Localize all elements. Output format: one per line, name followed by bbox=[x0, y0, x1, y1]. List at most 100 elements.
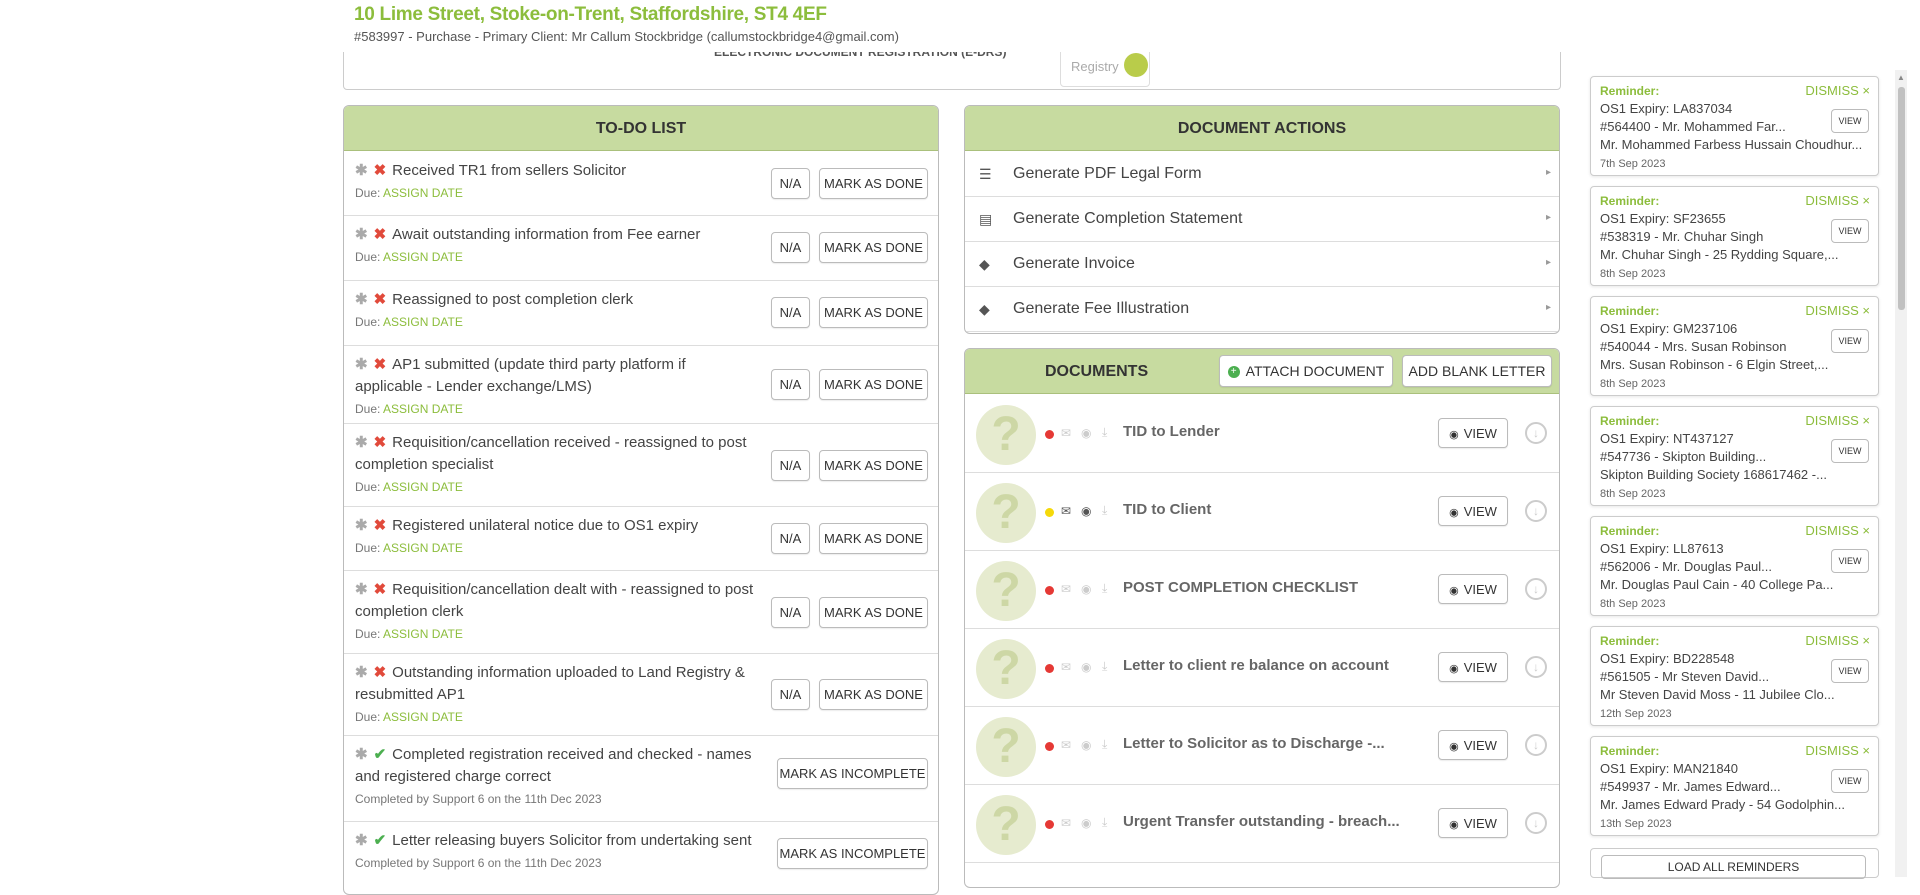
star-icon[interactable]: ✱ bbox=[355, 226, 368, 243]
document-action-item[interactable]: ◆ Generate Fee Illustration ▸ bbox=[965, 287, 1559, 332]
check-icon[interactable]: ✔ bbox=[374, 832, 387, 849]
document-thumbnail-icon[interactable]: ? bbox=[976, 561, 1036, 621]
document-thumbnail-icon[interactable]: ? bbox=[976, 795, 1036, 855]
document-thumbnail-icon[interactable]: ? bbox=[976, 405, 1036, 465]
document-action-item[interactable]: ◆ Generate Invoice ▸ bbox=[965, 242, 1559, 287]
remove-x-icon[interactable]: ✖ bbox=[374, 434, 387, 451]
assign-date-link[interactable]: ASSIGN DATE bbox=[383, 710, 463, 724]
view-document-button[interactable]: ◉ VIEW bbox=[1438, 808, 1508, 838]
mark-as-done-button[interactable]: MARK AS DONE bbox=[819, 232, 928, 263]
download-icon[interactable]: ⤓ bbox=[1102, 659, 1107, 674]
email-icon[interactable]: ✉ bbox=[1061, 738, 1071, 752]
star-icon[interactable]: ✱ bbox=[355, 162, 368, 179]
dismiss-button[interactable]: DISMISS × bbox=[1805, 523, 1870, 538]
document-name[interactable]: TID to Client bbox=[1123, 501, 1211, 518]
document-name[interactable]: POST COMPLETION CHECKLIST bbox=[1123, 579, 1358, 596]
mark-as-done-button[interactable]: MARK AS DONE bbox=[819, 168, 928, 199]
document-name[interactable]: Letter to Solicitor as to Discharge -... bbox=[1123, 735, 1385, 752]
star-icon[interactable]: ✱ bbox=[355, 746, 368, 763]
mark-as-done-button[interactable]: MARK AS DONE bbox=[819, 679, 928, 710]
assign-date-link[interactable]: ASSIGN DATE bbox=[383, 541, 463, 555]
document-name[interactable]: TID to Lender bbox=[1123, 423, 1220, 440]
view-document-button[interactable]: ◉ VIEW bbox=[1438, 652, 1508, 682]
dismiss-button[interactable]: DISMISS × bbox=[1805, 413, 1870, 428]
remove-x-icon[interactable]: ✖ bbox=[374, 162, 387, 179]
na-button[interactable]: N/A bbox=[771, 369, 810, 400]
scrollbar-thumb[interactable] bbox=[1898, 87, 1905, 310]
star-icon[interactable]: ✱ bbox=[355, 517, 368, 534]
download-icon[interactable]: ⤓ bbox=[1102, 425, 1107, 440]
email-icon[interactable]: ✉ bbox=[1061, 582, 1071, 596]
eye-icon[interactable]: ◉ bbox=[1081, 660, 1091, 674]
download-circle-icon[interactable]: ↓ bbox=[1525, 734, 1547, 756]
mark-as-done-button[interactable]: MARK AS DONE bbox=[819, 523, 928, 554]
na-button[interactable]: N/A bbox=[771, 232, 810, 263]
check-icon[interactable]: ✔ bbox=[374, 746, 387, 763]
download-icon[interactable]: ⤓ bbox=[1102, 581, 1107, 596]
dismiss-button[interactable]: DISMISS × bbox=[1805, 303, 1870, 318]
mark-as-incomplete-button[interactable]: MARK AS INCOMPLETE bbox=[777, 838, 928, 869]
star-icon[interactable]: ✱ bbox=[355, 291, 368, 308]
email-icon[interactable]: ✉ bbox=[1061, 816, 1071, 830]
add-blank-letter-button[interactable]: ADD BLANK LETTER bbox=[1402, 355, 1552, 387]
document-thumbnail-icon[interactable]: ? bbox=[976, 639, 1036, 699]
eye-icon[interactable]: ◉ bbox=[1081, 816, 1091, 830]
view-reminder-button[interactable]: VIEW bbox=[1831, 329, 1869, 353]
document-thumbnail-icon[interactable]: ? bbox=[976, 717, 1036, 777]
view-reminder-button[interactable]: VIEW bbox=[1831, 109, 1869, 133]
eye-icon[interactable]: ◉ bbox=[1081, 582, 1091, 596]
download-circle-icon[interactable]: ↓ bbox=[1525, 422, 1547, 444]
remove-x-icon[interactable]: ✖ bbox=[374, 356, 387, 373]
download-circle-icon[interactable]: ↓ bbox=[1525, 500, 1547, 522]
assign-date-link[interactable]: ASSIGN DATE bbox=[383, 186, 463, 200]
document-action-item[interactable]: ☰ Generate PDF Legal Form ▸ bbox=[965, 152, 1559, 197]
na-button[interactable]: N/A bbox=[771, 523, 810, 554]
na-button[interactable]: N/A bbox=[771, 297, 810, 328]
view-document-button[interactable]: ◉ VIEW bbox=[1438, 730, 1508, 760]
email-icon[interactable]: ✉ bbox=[1061, 660, 1071, 674]
dismiss-button[interactable]: DISMISS × bbox=[1805, 83, 1870, 98]
email-icon[interactable]: ✉ bbox=[1061, 426, 1071, 440]
assign-date-link[interactable]: ASSIGN DATE bbox=[383, 627, 463, 641]
na-button[interactable]: N/A bbox=[771, 679, 810, 710]
eye-icon[interactable]: ◉ bbox=[1081, 426, 1091, 440]
view-reminder-button[interactable]: VIEW bbox=[1831, 549, 1869, 573]
star-icon[interactable]: ✱ bbox=[355, 581, 368, 598]
mark-as-done-button[interactable]: MARK AS DONE bbox=[819, 369, 928, 400]
star-icon[interactable]: ✱ bbox=[355, 832, 368, 849]
mark-as-done-button[interactable]: MARK AS DONE bbox=[819, 597, 928, 628]
download-icon[interactable]: ⤓ bbox=[1102, 737, 1107, 752]
view-reminder-button[interactable]: VIEW bbox=[1831, 439, 1869, 463]
load-all-reminders-button[interactable]: LOAD ALL REMINDERS bbox=[1601, 855, 1866, 879]
document-action-item[interactable]: ▤ Generate Completion Statement ▸ bbox=[965, 197, 1559, 242]
assign-date-link[interactable]: ASSIGN DATE bbox=[383, 480, 463, 494]
na-button[interactable]: N/A bbox=[771, 450, 810, 481]
remove-x-icon[interactable]: ✖ bbox=[374, 291, 387, 308]
mark-as-done-button[interactable]: MARK AS DONE bbox=[819, 450, 928, 481]
property-address[interactable]: 10 Lime Street, Stoke-on-Trent, Stafford… bbox=[354, 4, 827, 26]
download-circle-icon[interactable]: ↓ bbox=[1525, 812, 1547, 834]
download-circle-icon[interactable]: ↓ bbox=[1525, 656, 1547, 678]
dismiss-button[interactable]: DISMISS × bbox=[1805, 633, 1870, 648]
remove-x-icon[interactable]: ✖ bbox=[374, 581, 387, 598]
download-circle-icon[interactable]: ↓ bbox=[1525, 578, 1547, 600]
view-document-button[interactable]: ◉ VIEW bbox=[1438, 496, 1508, 526]
view-document-button[interactable]: ◉ VIEW bbox=[1438, 418, 1508, 448]
dismiss-button[interactable]: DISMISS × bbox=[1805, 743, 1870, 758]
remove-x-icon[interactable]: ✖ bbox=[374, 226, 387, 243]
download-icon[interactable]: ⤓ bbox=[1102, 503, 1107, 518]
star-icon[interactable]: ✱ bbox=[355, 664, 368, 681]
na-button[interactable]: N/A bbox=[771, 597, 810, 628]
dismiss-button[interactable]: DISMISS × bbox=[1805, 193, 1870, 208]
email-icon[interactable]: ✉ bbox=[1061, 504, 1071, 518]
document-name[interactable]: Letter to client re balance on account bbox=[1123, 657, 1389, 674]
view-reminder-button[interactable]: VIEW bbox=[1831, 659, 1869, 683]
view-reminder-button[interactable]: VIEW bbox=[1831, 769, 1869, 793]
assign-date-link[interactable]: ASSIGN DATE bbox=[383, 315, 463, 329]
assign-date-link[interactable]: ASSIGN DATE bbox=[383, 250, 463, 264]
attach-document-button[interactable]: + ATTACH DOCUMENT bbox=[1219, 355, 1393, 387]
download-icon[interactable]: ⤓ bbox=[1102, 815, 1107, 830]
remove-x-icon[interactable]: ✖ bbox=[374, 517, 387, 534]
scroll-up-arrow-icon[interactable]: ▲ bbox=[1897, 73, 1905, 82]
remove-x-icon[interactable]: ✖ bbox=[374, 664, 387, 681]
